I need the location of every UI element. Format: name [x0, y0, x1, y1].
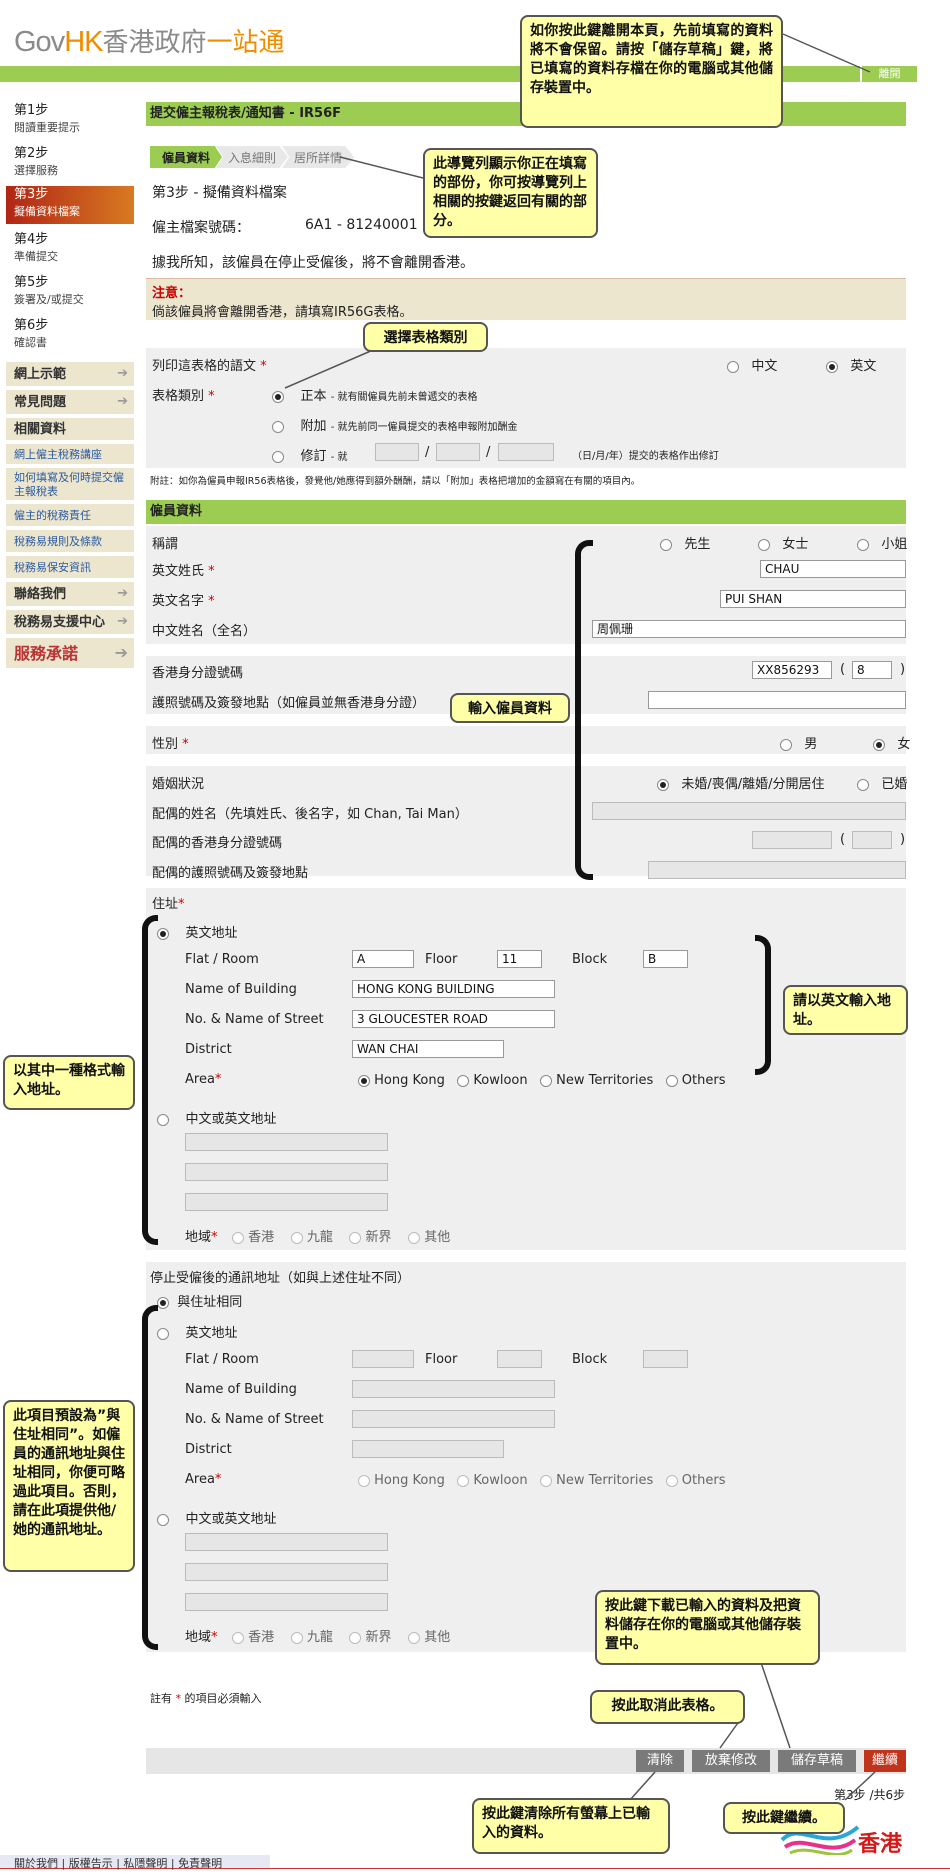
callout-continue: 按此鍵繼續。 [723, 1802, 845, 1834]
callout-nav: 此導覽列顯示你正在填寫的部份，你可按導覽列上相關的按鍵返回有關的部分。 [423, 148, 598, 238]
callout-exit: 如你按此鍵離開本頁，先前填寫的資料將不會保留。請按「儲存草稿」鍵，將已填寫的資料… [520, 15, 783, 128]
callout-eng-addr: 請以英文輸入地址。 [783, 985, 908, 1035]
callout-form-type: 選擇表格類別 [363, 322, 488, 352]
callout-discard: 按此取消此表格。 [590, 1690, 745, 1724]
callout-clear: 按此鍵清除所有螢幕上已輸入的資料。 [472, 1798, 670, 1854]
callout-addr-format: 以其中一種格式輸入地址。 [3, 1055, 135, 1110]
callout-postal: 此項目預設為”與住址相同”。如僱員的通訊地址與住址相同，你便可略過此項目。否則，… [3, 1400, 135, 1572]
callout-employee: 輸入僱員資料 [450, 693, 570, 723]
callout-save: 按此鍵下載已輸入的資料及把資料儲存在你的電腦或其他儲存裝置中。 [595, 1590, 820, 1665]
